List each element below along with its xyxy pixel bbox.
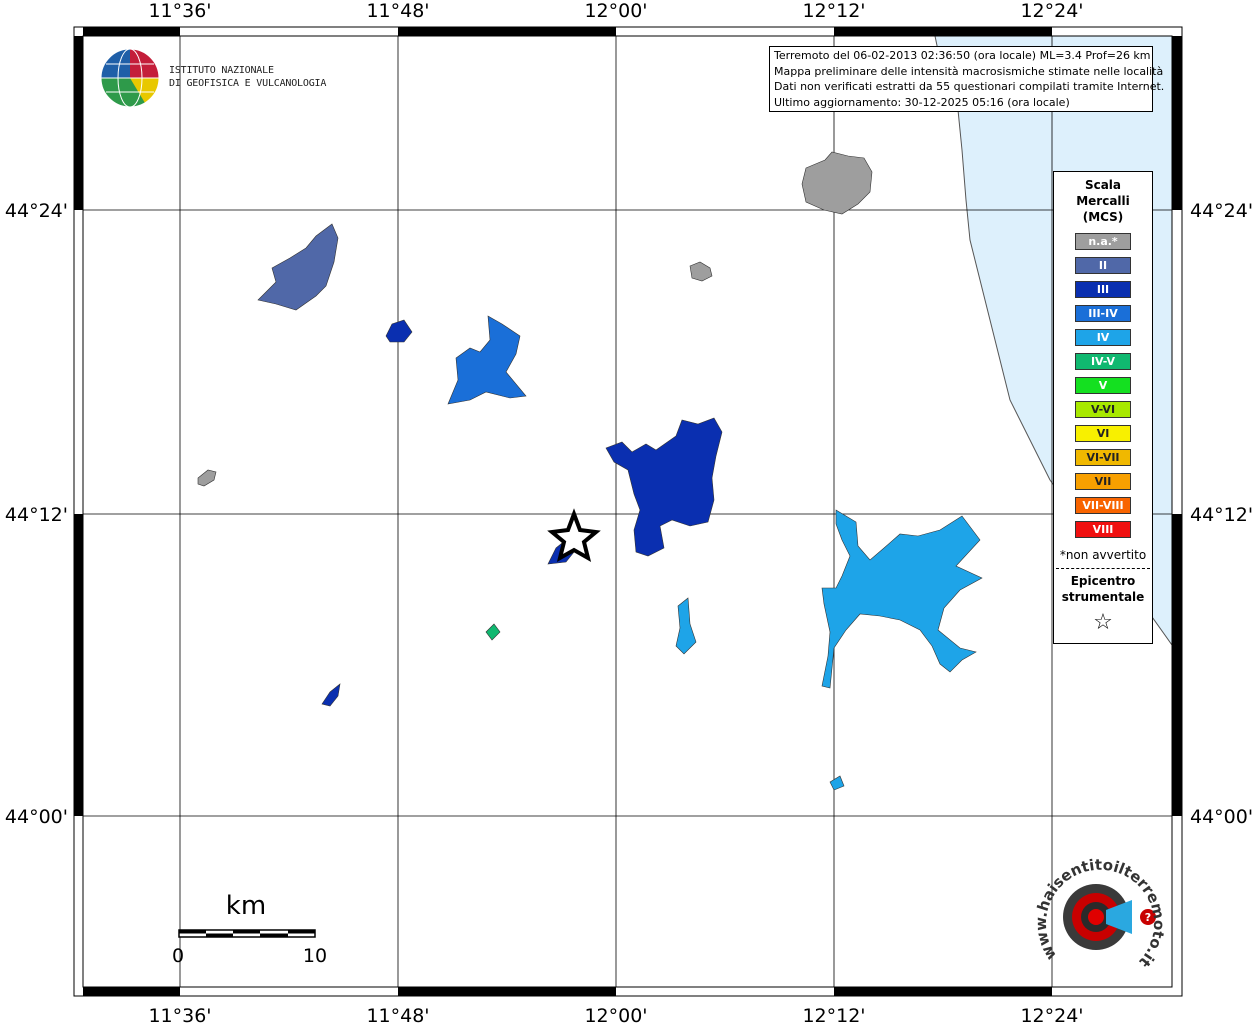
municipality-na xyxy=(801,151,873,215)
event-info-box: Terremoto del 06-02-2013 02:36:50 (ora l… xyxy=(769,46,1165,112)
legend-epicentre: Epicentro strumentale xyxy=(1061,574,1145,604)
event-info-line: Ultimo aggiornamento: 30-12-2025 05:16 (… xyxy=(774,95,1070,109)
lon-label-top: 12°00' xyxy=(584,0,647,22)
mcs-legend: Scala Mercalli (MCS) n.a.* II III III-IV IV I… xyxy=(1053,171,1153,644)
lon-label-top: 12°12' xyxy=(802,0,865,22)
legend-item: VI-VII xyxy=(1075,449,1131,466)
lat-label-left: 44°24' xyxy=(5,200,68,222)
lon-label-top: 12°24' xyxy=(1020,0,1083,22)
event-info-line: Terremoto del 06-02-2013 02:36:50 (ora l… xyxy=(774,49,1151,62)
scale-start: 0 xyxy=(172,945,184,967)
lon-label-bottom: 11°36' xyxy=(148,1005,211,1024)
legend-items: n.a.* II III III-IV IV IV-V V V-VI VI VI-VII VII VI… xyxy=(1054,233,1152,538)
municipality-III xyxy=(321,683,341,707)
lon-label-bottom: 12°24' xyxy=(1020,1005,1083,1024)
lat-label-left: 44°00' xyxy=(5,806,68,828)
legend-item: IV xyxy=(1075,329,1131,346)
lat-label-left: 44°12' xyxy=(5,504,68,526)
municipality-III xyxy=(605,417,723,557)
lat-label-right: 44°12' xyxy=(1190,504,1253,526)
municipalities xyxy=(197,151,983,791)
municipality-na xyxy=(689,261,713,282)
legend-item: VII xyxy=(1075,473,1131,490)
event-info-line: Mappa preliminare delle intensità macros… xyxy=(774,64,1164,78)
legend-item: III xyxy=(1075,281,1131,298)
legend-note: *non avvertito xyxy=(1059,548,1147,562)
legend-item: VII-VIII xyxy=(1075,497,1131,514)
lon-label-bottom: 11°48' xyxy=(366,1005,429,1024)
lon-label-top: 11°36' xyxy=(148,0,211,22)
legend-item: VI xyxy=(1075,425,1131,442)
legend-item: II xyxy=(1075,257,1131,274)
legend-item: III-IV xyxy=(1075,305,1131,322)
lat-label-right: 44°24' xyxy=(1190,200,1253,222)
municipality-na xyxy=(197,469,217,487)
lon-label-bottom: 12°00' xyxy=(584,1005,647,1024)
ingv-name: ISTITUTO NAZIONALE DI GEOFISICA E VULCAN… xyxy=(169,64,326,90)
ingv-logo xyxy=(100,48,160,108)
star-icon: ☆ xyxy=(1093,610,1113,635)
ingv-name-line1: ISTITUTO NAZIONALE xyxy=(169,65,274,76)
legend-title: Scala Mercalli (MCS) xyxy=(1076,178,1130,224)
municipality-IV xyxy=(675,597,697,655)
lon-label-top: 11°48' xyxy=(366,0,429,22)
scale-bar: km 0 10 xyxy=(172,891,327,967)
municipality-IV xyxy=(821,509,983,689)
legend-item: VIII xyxy=(1075,521,1131,538)
ingv-name-line2: DI GEOFISICA E VULCANOLOGIA xyxy=(169,78,327,89)
legend-item: V xyxy=(1075,377,1131,394)
legend-item: IV-V xyxy=(1075,353,1131,370)
municipality-IV-V xyxy=(485,623,501,641)
legend-item: n.a.* xyxy=(1075,233,1131,250)
legend-separator xyxy=(1056,568,1150,569)
legend-item: V-VI xyxy=(1075,401,1131,418)
lon-label-bottom: 12°12' xyxy=(802,1005,865,1024)
municipality-II xyxy=(257,223,339,311)
scale-end: 10 xyxy=(303,945,327,967)
scale-unit: km xyxy=(226,891,266,921)
event-info-line: Dati non verificati estratti da 55 quest… xyxy=(774,80,1165,93)
municipality-III xyxy=(385,319,413,343)
municipality-III-IV xyxy=(447,315,527,405)
municipality-IV xyxy=(829,775,845,791)
lat-label-right: 44°00' xyxy=(1190,806,1253,828)
